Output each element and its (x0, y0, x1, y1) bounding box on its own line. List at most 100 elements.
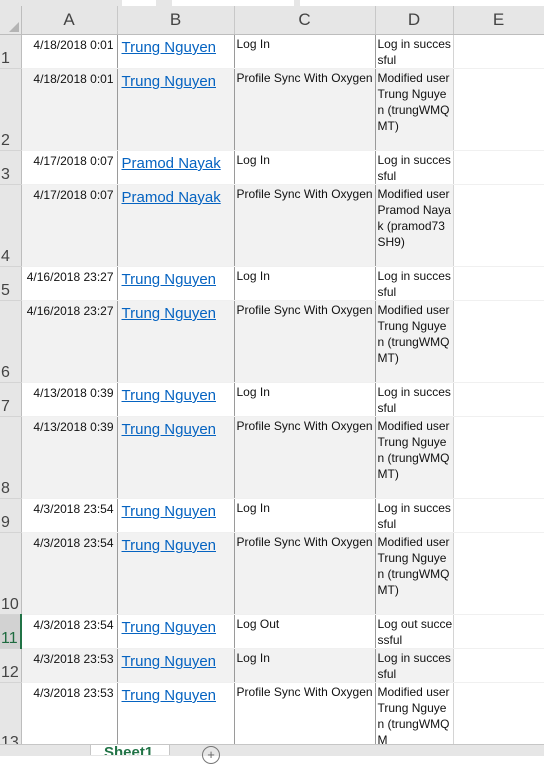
column-header-a[interactable]: A (21, 6, 118, 35)
user-link[interactable]: Trung Nguyen (122, 73, 217, 90)
cell-action[interactable]: Log In (234, 648, 376, 683)
cell-empty[interactable] (453, 614, 544, 649)
row-header[interactable]: 6 (0, 300, 22, 383)
cell-date[interactable]: 4/17/2018 0:07 (21, 184, 118, 267)
cell-result[interactable]: Log in successful (375, 648, 454, 683)
cell-result[interactable]: Modified user Trung Nguyen (trungWMQMT) (375, 68, 454, 151)
row-header[interactable]: 13 (0, 682, 22, 753)
cell-date[interactable]: 4/18/2018 0:01 (21, 68, 118, 151)
cell-user[interactable]: Trung Nguyen (117, 532, 235, 615)
cell-user[interactable]: Trung Nguyen (117, 498, 235, 533)
row-header[interactable]: 3 (0, 150, 22, 185)
cell-user[interactable]: Trung Nguyen (117, 266, 235, 301)
cell-result[interactable]: Log in successful (375, 266, 454, 301)
cell-date[interactable]: 4/13/2018 0:39 (21, 416, 118, 499)
cell-empty[interactable] (453, 150, 544, 185)
row-header[interactable]: 12 (0, 648, 22, 683)
cell-date[interactable]: 4/17/2018 0:07 (21, 150, 118, 185)
user-link[interactable]: Trung Nguyen (122, 387, 217, 404)
cell-result[interactable]: Modified user Pramod Nayak (pramod73SH9) (375, 184, 454, 267)
cell-action[interactable]: Log Out (234, 614, 376, 649)
cell-result[interactable]: Log in successful (375, 498, 454, 533)
cell-result[interactable]: Modified user Trung Nguyen (trungWMQM (375, 682, 454, 753)
cell-date[interactable]: 4/13/2018 0:39 (21, 382, 118, 417)
cell-date[interactable]: 4/3/2018 23:54 (21, 532, 118, 615)
cell-empty[interactable] (453, 68, 544, 151)
cell-result[interactable]: Log out successful (375, 614, 454, 649)
cell-user[interactable]: Trung Nguyen (117, 416, 235, 499)
row-header[interactable]: 2 (0, 68, 22, 151)
column-header-b[interactable]: B (117, 6, 235, 35)
cell-action[interactable]: Log In (234, 382, 376, 417)
plus-circle-icon[interactable]: + (202, 746, 220, 764)
cell-empty[interactable] (453, 532, 544, 615)
cell-result[interactable]: Modified user Trung Nguyen (trungWMQMT) (375, 532, 454, 615)
cell-user[interactable]: Pramod Nayak (117, 184, 235, 267)
cell-user[interactable]: Trung Nguyen (117, 68, 235, 151)
cell-date[interactable]: 4/18/2018 0:01 (21, 34, 118, 69)
cell-user[interactable]: Trung Nguyen (117, 382, 235, 417)
cell-action[interactable]: Log In (234, 266, 376, 301)
column-header-e[interactable]: E (453, 6, 544, 35)
cell-empty[interactable] (453, 382, 544, 417)
user-link[interactable]: Trung Nguyen (122, 39, 217, 56)
user-link[interactable]: Trung Nguyen (122, 687, 217, 704)
row-header[interactable]: 7 (0, 382, 22, 417)
cell-action[interactable]: Log In (234, 498, 376, 533)
row-header[interactable]: 1 (0, 34, 22, 69)
table-row: 6 4/16/2018 23:27 Trung Nguyen Profile Sync… (0, 300, 544, 383)
cell-empty[interactable] (453, 266, 544, 301)
cell-action[interactable]: Profile Sync With Oxygen (234, 532, 376, 615)
user-link[interactable]: Trung Nguyen (122, 503, 217, 520)
row-header[interactable]: 9 (0, 498, 22, 533)
column-header-c[interactable]: C (234, 6, 376, 35)
cell-empty[interactable] (453, 498, 544, 533)
cell-date[interactable]: 4/3/2018 23:53 (21, 682, 118, 753)
cell-empty[interactable] (453, 300, 544, 383)
row-header[interactable]: 11 (0, 614, 22, 649)
user-link[interactable]: Pramod Nayak (122, 155, 221, 172)
cell-empty[interactable] (453, 34, 544, 69)
select-all-corner[interactable] (0, 6, 22, 35)
cell-user[interactable]: Trung Nguyen (117, 300, 235, 383)
row-header[interactable]: 4 (0, 184, 22, 267)
cell-date[interactable]: 4/3/2018 23:54 (21, 614, 118, 649)
cell-user[interactable]: Trung Nguyen (117, 648, 235, 683)
user-link[interactable]: Trung Nguyen (122, 619, 217, 636)
cell-date[interactable]: 4/3/2018 23:54 (21, 498, 118, 533)
cell-action[interactable]: Profile Sync With Oxygen (234, 682, 376, 753)
cell-result[interactable]: Modified user Trung Nguyen (trungWMQMT) (375, 416, 454, 499)
cell-empty[interactable] (453, 184, 544, 267)
column-header-d[interactable]: D (375, 6, 454, 35)
row-header[interactable]: 10 (0, 532, 22, 615)
cell-action[interactable]: Profile Sync With Oxygen (234, 184, 376, 267)
row-header[interactable]: 8 (0, 416, 22, 499)
cell-action[interactable]: Log In (234, 34, 376, 69)
user-link[interactable]: Trung Nguyen (122, 305, 217, 322)
cell-action[interactable]: Profile Sync With Oxygen (234, 68, 376, 151)
cell-user[interactable]: Trung Nguyen (117, 34, 235, 69)
cell-action[interactable]: Profile Sync With Oxygen (234, 416, 376, 499)
cell-result[interactable]: Log in successful (375, 382, 454, 417)
cell-empty[interactable] (453, 416, 544, 499)
cell-result[interactable]: Log in successful (375, 34, 454, 69)
cell-result[interactable]: Log in successful (375, 150, 454, 185)
cell-date[interactable]: 4/3/2018 23:53 (21, 648, 118, 683)
cell-result[interactable]: Modified user Trung Nguyen (trungWMQMT) (375, 300, 454, 383)
cell-action[interactable]: Log In (234, 150, 376, 185)
cell-user[interactable]: Pramod Nayak (117, 150, 235, 185)
cell-user[interactable]: Trung Nguyen (117, 614, 235, 649)
cell-date[interactable]: 4/16/2018 23:27 (21, 300, 118, 383)
user-link[interactable]: Trung Nguyen (122, 421, 217, 438)
cell-user[interactable]: Trung Nguyen (117, 682, 235, 753)
user-link[interactable]: Trung Nguyen (122, 271, 217, 288)
row-header[interactable]: 5 (0, 266, 22, 301)
cell-empty[interactable] (453, 682, 544, 753)
user-link[interactable]: Trung Nguyen (122, 653, 217, 670)
cell-empty[interactable] (453, 648, 544, 683)
sheet-tab-sheet1[interactable]: Sheet1 (90, 745, 170, 755)
cell-date[interactable]: 4/16/2018 23:27 (21, 266, 118, 301)
user-link[interactable]: Trung Nguyen (122, 537, 217, 554)
cell-action[interactable]: Profile Sync With Oxygen (234, 300, 376, 383)
user-link[interactable]: Pramod Nayak (122, 189, 221, 206)
